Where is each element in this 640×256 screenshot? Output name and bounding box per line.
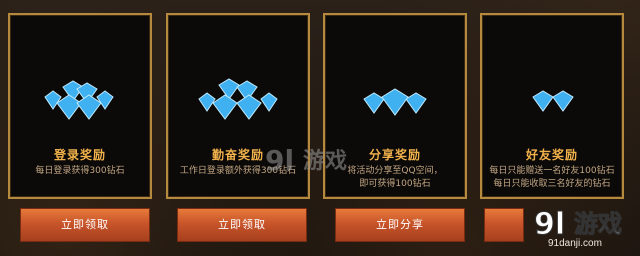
claim-login-button[interactable]: 立即领取 [20,208,150,242]
claim-diligence-button[interactable]: 立即领取 [177,208,307,242]
diamond-cluster-icon [482,77,622,125]
reward-card-friend: 好友奖励 每日只能赠送一名好友100钻石 每日只能收取三名好友的钻石 [480,13,624,199]
reward-card-share: 分享奖励 将活动分享至QQ空间， 即可获得100钻石 [323,13,467,199]
svg-text:游戏: 游戏 [574,210,622,238]
friend-reward-button[interactable] [484,208,524,242]
card-description: 每日只能赠送一名好友100钻石 每日只能收取三名好友的钻石 [489,166,615,189]
card-description: 工作日登录额外获得300钻石 [179,166,297,176]
diamond-cluster-icon [10,77,150,125]
card-title: 勤奋奖励 [211,148,264,162]
diamond-cluster-icon [325,77,465,125]
share-button[interactable]: 立即分享 [335,208,465,242]
card-title: 登录奖励 [53,148,106,162]
reward-card-diligence: 勤奋奖励 工作日登录额外获得300钻石 [166,13,310,199]
card-title: 分享奖励 [368,148,421,162]
diamond-cluster-icon [168,77,308,125]
svg-text:9l: 9l [534,207,565,240]
card-description: 将活动分享至QQ空间， 即可获得100钻石 [347,166,443,189]
card-description: 每日登录获得300钻石 [35,166,125,176]
watermark-site: 91danji.com [548,238,602,249]
reward-card-login: 登录奖励 每日登录获得300钻石 [8,13,152,199]
card-title: 好友奖励 [525,148,578,162]
